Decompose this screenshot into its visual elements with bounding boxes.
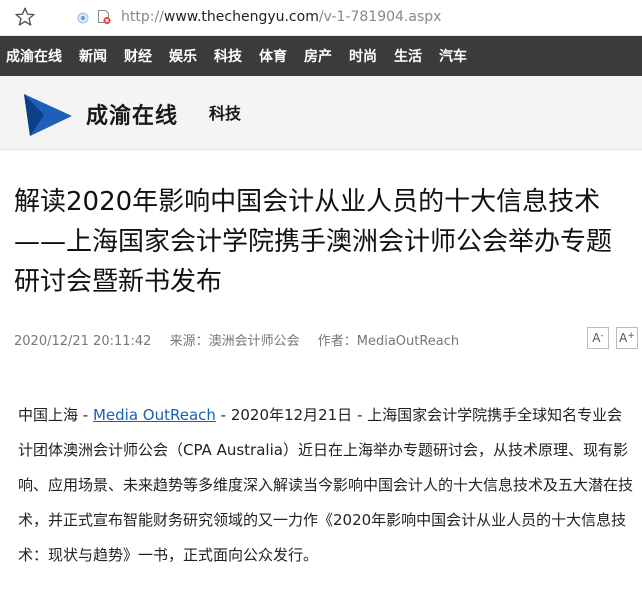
- site-logo-icon[interactable]: [22, 88, 74, 140]
- article-date: 2020/12/21 20:11:42: [14, 334, 152, 349]
- loading-icon: [77, 12, 89, 24]
- font-smaller-button[interactable]: A-: [587, 327, 609, 349]
- article-meta: 2020/12/21 20:11:42 来源：澳洲会计师公会 作者：MediaO…: [14, 330, 473, 349]
- site-name[interactable]: 成渝在线: [86, 98, 178, 130]
- nav-item-fashion[interactable]: 时尚: [349, 46, 377, 66]
- article-body: 中国上海 - Media OutReach - 2020年12月21日 - 上海…: [18, 406, 634, 564]
- font-larger-button[interactable]: A +: [616, 327, 638, 349]
- nav-item-home[interactable]: 成渝在线: [6, 46, 62, 66]
- top-nav: 成渝在线 新闻 财经 娱乐 科技 体育 房产 时尚 生活 汽车: [0, 36, 642, 76]
- nav-item-life[interactable]: 生活: [394, 46, 422, 66]
- not-secure-page-icon[interactable]: [96, 9, 112, 25]
- address-bar: http://www.thechengyu.com/v-1-781904.asp…: [0, 0, 642, 36]
- nav-item-tech[interactable]: 科技: [214, 46, 242, 66]
- nav-item-finance[interactable]: 财经: [124, 46, 152, 66]
- url-text[interactable]: http://www.thechengyu.com/v-1-781904.asp…: [121, 9, 441, 25]
- article-title: 解读2020年影响中国会计从业人员的十大信息技术 ——上海国家会计学院携手澳洲会…: [14, 187, 613, 297]
- nav-item-news[interactable]: 新闻: [79, 46, 107, 66]
- nav-item-auto[interactable]: 汽车: [439, 46, 467, 66]
- article-author: 作者：MediaOutReach: [317, 334, 460, 349]
- bookmark-star-icon[interactable]: [14, 6, 36, 28]
- section-label[interactable]: 科技: [209, 100, 241, 124]
- site-header: 成渝在线 科技: [0, 76, 642, 150]
- article-source: 来源：澳洲会计师公会: [169, 334, 300, 349]
- nav-item-realestate[interactable]: 房产: [304, 46, 332, 66]
- nav-item-entertainment[interactable]: 娱乐: [169, 46, 197, 66]
- nav-item-sports[interactable]: 体育: [259, 46, 287, 66]
- media-outreach-link[interactable]: Media OutReach: [93, 406, 216, 424]
